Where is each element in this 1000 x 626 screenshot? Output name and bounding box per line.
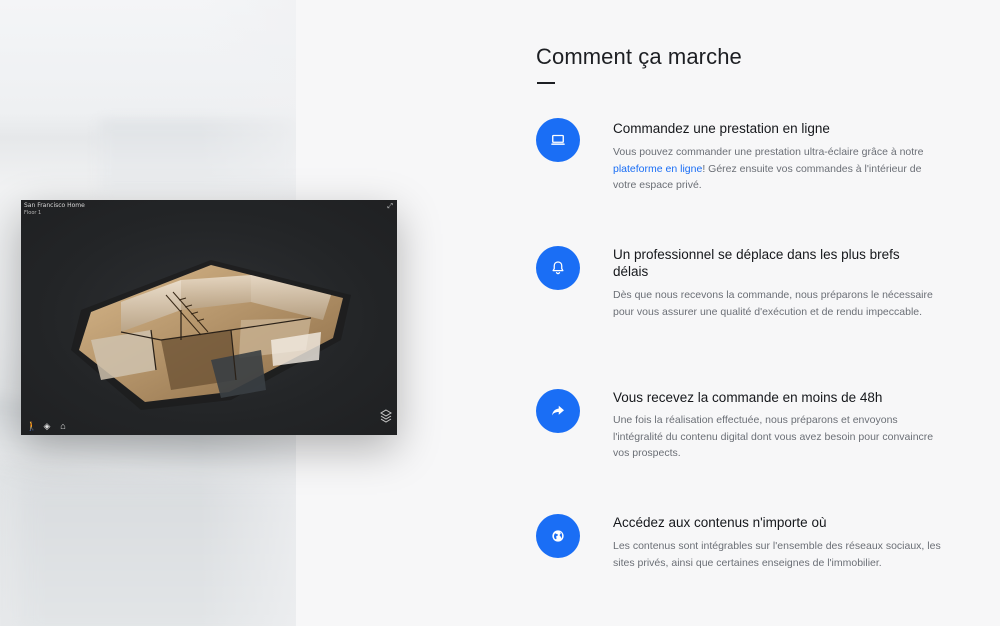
fullscreen-icon[interactable]: ⤢	[387, 203, 393, 211]
step-description-text: Vous pouvez commander une prestation ult…	[613, 146, 924, 158]
laptop-icon	[536, 118, 580, 162]
viewer-floor-label: Floor 1	[24, 210, 42, 216]
section-title: Comment ça marche	[536, 44, 742, 69]
step-title: Commandez une prestation en ligne	[613, 121, 830, 136]
walk-mode-icon[interactable]: 🚶	[26, 421, 37, 431]
step-title: Accédez aux contenus n'importe où	[613, 515, 827, 530]
step-description: Vous pouvez commander une prestation ult…	[613, 144, 943, 194]
share-arrow-icon	[536, 389, 580, 433]
floors-icon[interactable]	[380, 409, 392, 425]
floorplan-mode-icon[interactable]: ⌂	[58, 421, 68, 431]
step-title: Vous recevez la commande en moins de 48h	[613, 390, 883, 405]
step-description: Dès que nous recevons la commande, nous …	[613, 289, 933, 318]
step-description: Une fois la réalisation effectuée, nous …	[613, 414, 934, 459]
online-platform-link[interactable]: plateforme en ligne	[613, 163, 702, 175]
step-title: Un professionnel se déplace dans les plu…	[613, 247, 900, 279]
dollhouse-model[interactable]	[61, 240, 361, 420]
dollhouse-mode-icon[interactable]: ◈	[42, 421, 52, 431]
globe-icon	[536, 514, 580, 558]
viewer-title: San Francisco Home	[24, 202, 85, 209]
bell-icon	[536, 246, 580, 290]
title-underline	[537, 82, 555, 84]
3d-tour-viewer[interactable]: San Francisco Home Floor 1 ⤢ 🚶 ◈ ⌂	[21, 200, 397, 435]
step-description: Les contenus sont intégrables sur l'ense…	[613, 540, 941, 569]
viewer-controls: 🚶 ◈ ⌂	[26, 421, 68, 431]
